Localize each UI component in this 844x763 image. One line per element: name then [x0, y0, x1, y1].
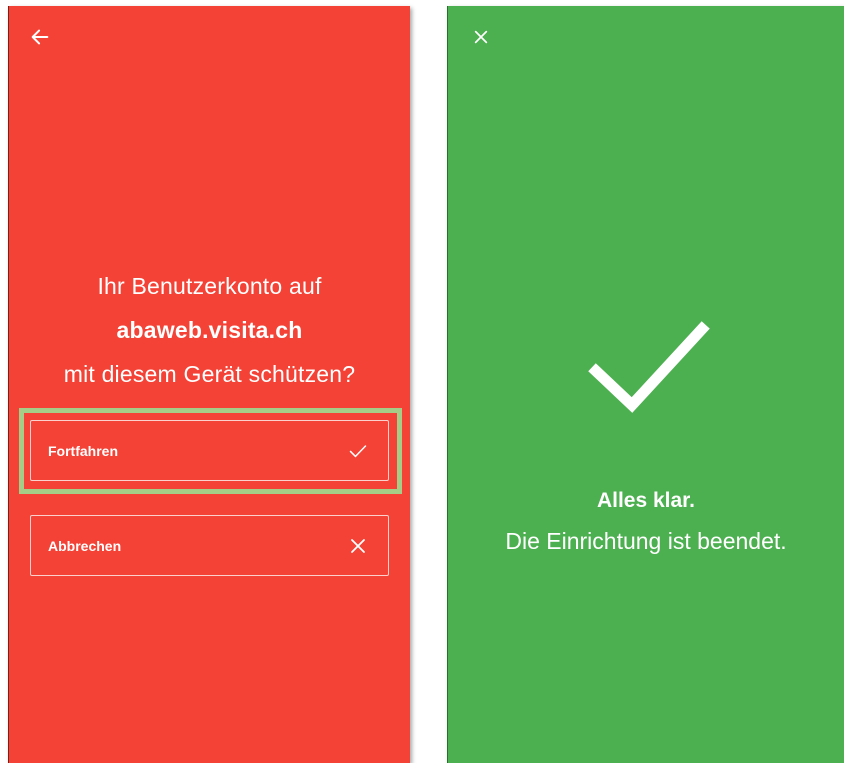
- protect-account-prompt: Ihr Benutzerkonto auf abaweb.visita.ch m…: [9, 264, 410, 396]
- large-check-icon: [588, 321, 710, 413]
- close-icon: [474, 30, 488, 44]
- success-message: Die Einrichtung ist beendet.: [505, 528, 787, 554]
- arrow-left-icon: [31, 29, 49, 45]
- close-icon: [348, 536, 368, 556]
- comparison-stage: Ihr Benutzerkonto auf abaweb.visita.ch m…: [0, 0, 844, 763]
- cancel-button[interactable]: Abbrechen: [30, 515, 389, 576]
- check-icon: [348, 441, 368, 461]
- continue-button-label: Fortfahren: [48, 442, 118, 459]
- prompt-line-1: Ihr Benutzerkonto auf: [97, 273, 322, 299]
- continue-button[interactable]: Fortfahren: [30, 420, 389, 481]
- prompt-line-3: mit diesem Gerät schützen?: [63, 361, 356, 387]
- close-button[interactable]: [468, 24, 494, 50]
- success-screen: Alles klar. Die Einrichtung ist beendet.: [447, 6, 844, 763]
- cancel-button-label: Abbrechen: [48, 537, 122, 554]
- back-button[interactable]: [27, 24, 53, 50]
- prompt-domain: abaweb.visita.ch: [116, 317, 303, 343]
- success-title: Alles klar.: [596, 489, 696, 512]
- confirm-screen: Ihr Benutzerkonto auf abaweb.visita.ch m…: [8, 6, 410, 763]
